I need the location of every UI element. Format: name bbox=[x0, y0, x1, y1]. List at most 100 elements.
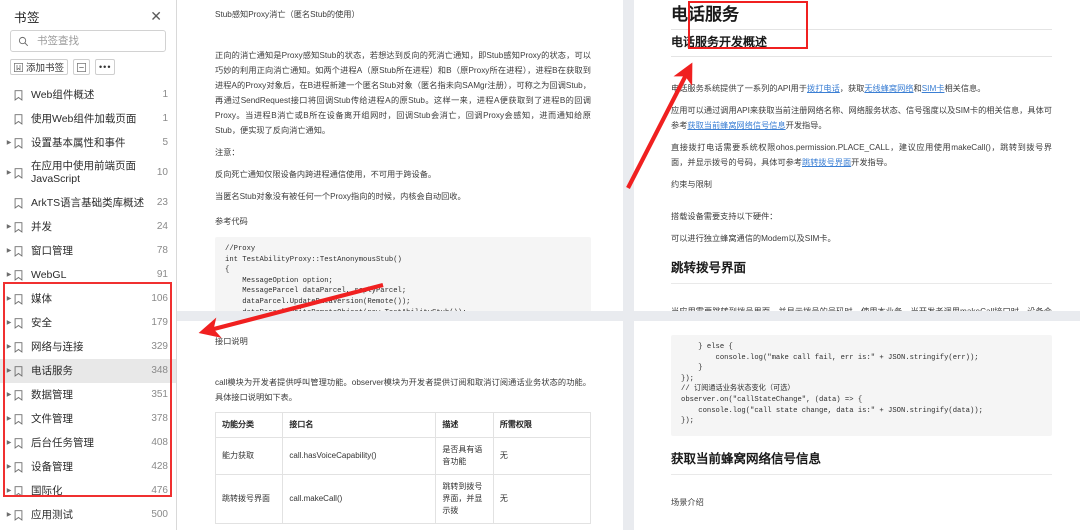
text-span: 开发指导。 bbox=[785, 121, 827, 130]
bookmark-item[interactable]: 使用Web组件加载页面 1 bbox=[0, 107, 176, 131]
bookmark-item-label: 并发 bbox=[31, 221, 52, 233]
link-sim-card[interactable]: SIM卡 bbox=[922, 84, 945, 93]
bookmark-item[interactable]: ▶ 网络与连接 329 bbox=[0, 335, 176, 359]
table-header-cell: 接口名 bbox=[282, 412, 437, 438]
tr-hardware-text: 可以进行独立蜂窝通信的Modem以及SIM卡。 bbox=[671, 234, 836, 243]
chevron-right-icon[interactable]: ▶ bbox=[4, 131, 14, 155]
tl-note-1: 反向死亡通知仅限设备内跨进程通信使用，不可用于跨设备。 bbox=[215, 170, 437, 179]
bookmark-item[interactable]: ▶ 应用测试 500 bbox=[0, 503, 176, 527]
table-row: 跳转拨号界面 call.makeCall() 跳转到拨号界面，并显示拨 无 bbox=[214, 474, 592, 524]
bookmark-item[interactable]: ▶ 设置基本属性和事件 5 bbox=[0, 131, 176, 155]
bookmark-page-number: 476 bbox=[151, 485, 168, 496]
add-bookmark-icon bbox=[14, 62, 23, 72]
bookmark-item-label: ArkTS语言基础类库概述 bbox=[31, 197, 145, 209]
chevron-right-icon[interactable]: ▶ bbox=[4, 263, 14, 287]
table-header-row: 功能分类 接口名 描述 所需权限 bbox=[214, 412, 592, 438]
chevron-right-icon[interactable]: ▶ bbox=[4, 479, 14, 503]
bookmark-item[interactable]: ▶ 窗口管理 78 bbox=[0, 239, 176, 263]
chevron-right-icon[interactable]: ▶ bbox=[4, 155, 14, 191]
bookmark-item[interactable]: Web组件概述 1 bbox=[0, 83, 176, 107]
bookmark-page-number: 23 bbox=[156, 197, 168, 208]
chevron-right-icon[interactable]: ▶ bbox=[4, 431, 14, 455]
bookmarks-sidebar: 书签 ✕ 添加书签 bbox=[0, 0, 177, 530]
bookmark-item[interactable]: ▶ WebGL 91 bbox=[0, 263, 176, 287]
bookmark-item-label: 安全 bbox=[31, 317, 52, 329]
bookmark-item-label: 在应用中使用前端页面JavaScript bbox=[31, 160, 136, 185]
br-scene-label: 场景介绍 bbox=[671, 497, 704, 507]
tr-hardware-label: 搭载设备需要支持以下硬件： bbox=[671, 212, 778, 221]
bookmark-item[interactable]: ▶ 文件管理 378 bbox=[0, 407, 176, 431]
chevron-right-icon[interactable]: ▶ bbox=[4, 311, 14, 335]
chevron-right-icon[interactable]: ▶ bbox=[4, 503, 14, 527]
chevron-right-icon[interactable]: ▶ bbox=[4, 287, 14, 311]
table-header-cell: 所需权限 bbox=[492, 412, 592, 438]
bookmark-item-label: 电话服务 bbox=[31, 365, 73, 377]
bookmark-item-label: 国际化 bbox=[31, 485, 63, 497]
bookmark-item[interactable]: ▶ 媒体 106 bbox=[0, 287, 176, 311]
chevron-right-icon[interactable]: ▶ bbox=[4, 215, 14, 239]
bookmark-item[interactable]: ▶ 国际化 476 bbox=[0, 479, 176, 503]
bookmark-item[interactable]: ▶ 数据管理 351 bbox=[0, 383, 176, 407]
bookmark-icon bbox=[14, 107, 28, 131]
bookmark-icon bbox=[14, 359, 28, 383]
chevron-right-icon[interactable]: ▶ bbox=[4, 239, 14, 263]
close-icon[interactable]: ✕ bbox=[148, 9, 164, 23]
bookmark-page-number: 1 bbox=[162, 89, 168, 100]
link-signal-info[interactable]: 获取当前蜂窝网络信号信息 bbox=[687, 121, 785, 130]
text-span: 相关信息。 bbox=[944, 84, 986, 93]
bookmark-icon bbox=[14, 311, 28, 335]
bookmark-item[interactable]: ArkTS语言基础类库概述 23 bbox=[0, 191, 176, 215]
bookmark-page-number: 10 bbox=[156, 167, 168, 178]
tl-note-label: 注意： bbox=[215, 148, 240, 157]
chevron-right-icon[interactable]: ▶ bbox=[4, 407, 14, 431]
bookmark-page-number: 408 bbox=[151, 437, 168, 448]
tr-constraint-label: 约束与限制 bbox=[671, 180, 712, 189]
table-cell: 跳转到拨号界面，并显示拨 bbox=[435, 474, 494, 524]
bookmark-item-label: 文件管理 bbox=[31, 413, 73, 425]
bookmark-item[interactable]: ▶ 并发 24 bbox=[0, 215, 176, 239]
table-cell: 无 bbox=[492, 437, 592, 475]
add-bookmark-button[interactable]: 添加书签 bbox=[10, 59, 69, 75]
bookmark-search-box[interactable] bbox=[10, 30, 166, 52]
link-place-call[interactable]: 拨打电话 bbox=[807, 84, 840, 93]
bookmark-item[interactable]: ▶ 设备管理 428 bbox=[0, 455, 176, 479]
bookmark-icon bbox=[14, 191, 28, 215]
bookmark-item-label: Web组件概述 bbox=[31, 89, 95, 101]
tl-heading: Stub感知Proxy消亡（匿名Stub的使用） bbox=[215, 10, 360, 19]
table-row: 能力获取 call.hasVoiceCapability() 是否具有语音功能 … bbox=[214, 437, 592, 475]
chevron-right-icon[interactable]: ▶ bbox=[4, 359, 14, 383]
bookmark-item-label: 使用Web组件加载页面 bbox=[31, 113, 137, 125]
bookmark-list: Web组件概述 1 使用Web组件加载页面 1 ▶ 设置基本属性和事件 5 ▶ 在应用中使用前端… bbox=[0, 81, 176, 530]
bookmark-item[interactable]: ▶ 在应用中使用前端页面JavaScript 10 bbox=[0, 155, 176, 191]
bookmark-icon bbox=[14, 383, 28, 407]
bookmark-page-number: 78 bbox=[156, 245, 168, 256]
link-dial-ui[interactable]: 跳转拨号界面 bbox=[802, 158, 851, 167]
text-span: 电话服务系统提供了一系列的API用于 bbox=[671, 84, 808, 93]
table-cell: 能力获取 bbox=[214, 437, 284, 475]
bl-paragraph: call模块为开发者提供呼叫管理功能。observer模块为开发者提供订阅和取消… bbox=[215, 378, 591, 402]
bookmark-item-label: 网络与连接 bbox=[31, 341, 84, 353]
collapse-all-button[interactable] bbox=[73, 59, 91, 75]
add-bookmark-label: 添加书签 bbox=[26, 63, 65, 74]
chevron-right-icon[interactable]: ▶ bbox=[4, 455, 14, 479]
bookmark-item[interactable]: ▶ 电话服务 348 bbox=[0, 359, 176, 383]
bookmark-item[interactable]: ▶ 安全 179 bbox=[0, 311, 176, 335]
bookmark-icon bbox=[14, 83, 28, 107]
search-input[interactable] bbox=[35, 34, 165, 48]
chevron-right-icon[interactable]: ▶ bbox=[4, 335, 14, 359]
table-cell: 跳转拨号界面 bbox=[214, 474, 284, 524]
bookmark-toolbar: 添加书签 ••• bbox=[0, 52, 176, 81]
sidebar-title: 书签 bbox=[14, 10, 41, 25]
page-bottom-left: 接口说明 call模块为开发者提供呼叫管理功能。observer模块为开发者提供… bbox=[177, 321, 623, 530]
more-options-button[interactable]: ••• bbox=[95, 59, 116, 75]
page-bottom-right: } else { console.log("make call fail, er… bbox=[634, 321, 1080, 530]
bookmark-page-number: 500 bbox=[151, 509, 168, 520]
bl-heading: 接口说明 bbox=[215, 337, 248, 346]
bookmark-item[interactable]: ▶ 后台任务管理 408 bbox=[0, 431, 176, 455]
table-header-cell: 功能分类 bbox=[214, 412, 284, 438]
bookmark-item-label: 后台任务管理 bbox=[31, 437, 94, 449]
document-viewer[interactable]: Stub感知Proxy消亡（匿名Stub的使用） 正向的消亡通知是Proxy感知… bbox=[177, 0, 1080, 530]
link-cellular-network[interactable]: 无线蜂窝网络 bbox=[864, 84, 913, 93]
bookmark-icon bbox=[14, 503, 28, 527]
chevron-right-icon[interactable]: ▶ bbox=[4, 383, 14, 407]
